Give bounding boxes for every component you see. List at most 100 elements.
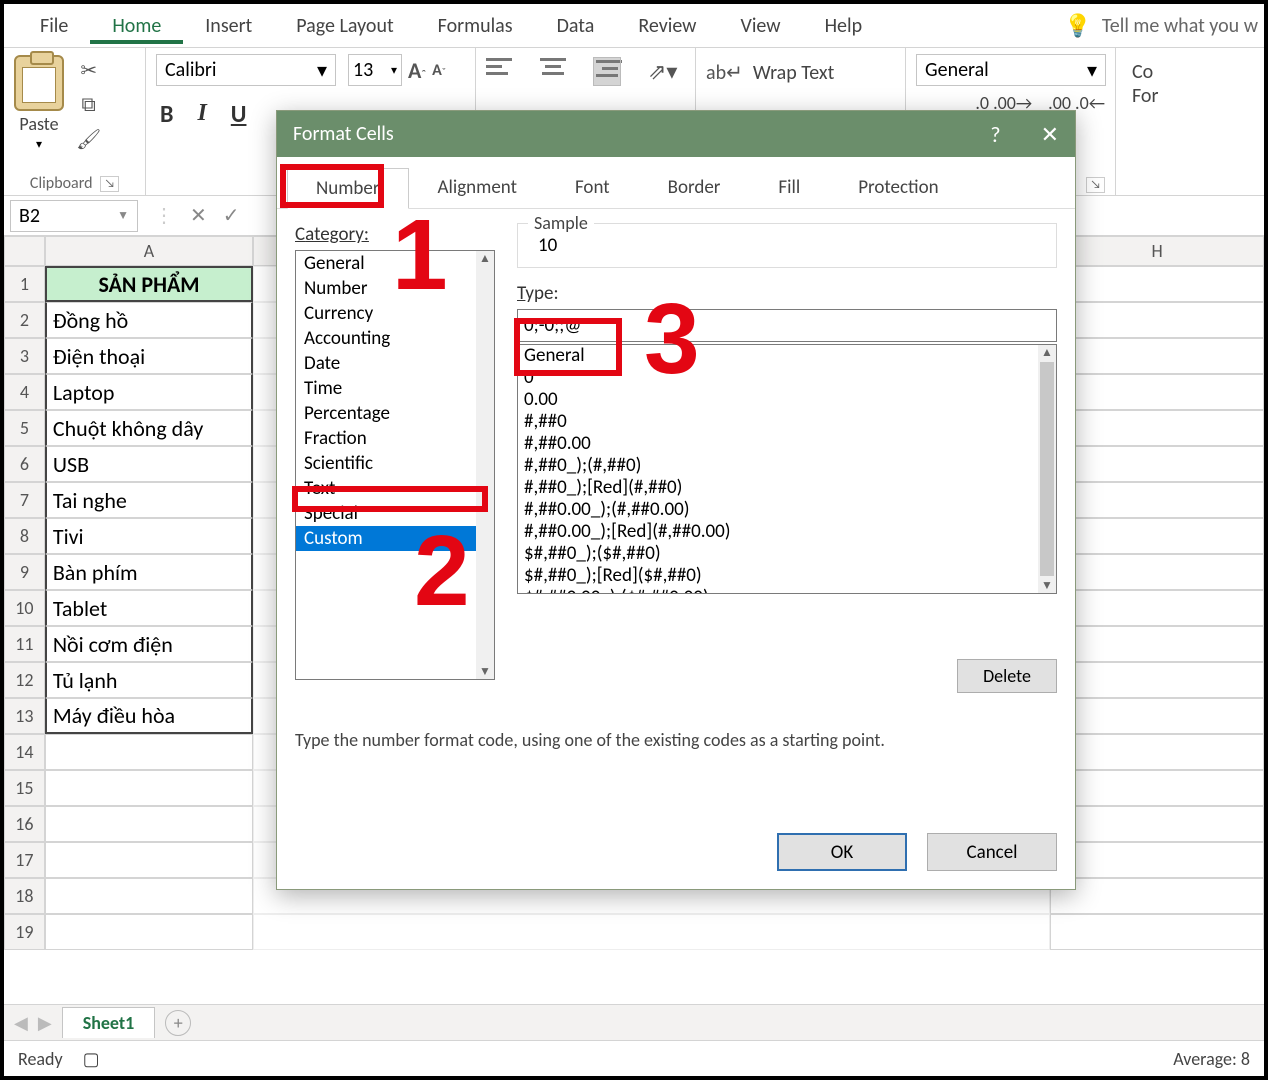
cell[interactable] — [1050, 410, 1264, 446]
cell[interactable] — [1050, 590, 1264, 626]
increase-font-icon[interactable]: Aˆ — [408, 57, 426, 84]
font-size-combo[interactable]: 13▾ — [348, 54, 402, 86]
tab-view[interactable]: View — [718, 8, 802, 44]
cell[interactable]: Bàn phím — [45, 554, 253, 590]
chevron-down-icon[interactable]: ▾ — [391, 63, 397, 78]
cell[interactable]: Điện thoại — [45, 338, 253, 374]
chevron-down-icon[interactable]: ▾ — [1087, 58, 1097, 83]
tab-page-layout[interactable]: Page Layout — [274, 8, 415, 44]
cell[interactable] — [1050, 698, 1264, 734]
row-header[interactable]: 2 — [4, 302, 45, 338]
cell[interactable] — [45, 770, 253, 806]
tab-insert[interactable]: Insert — [183, 8, 274, 44]
dialog-titlebar[interactable]: Format Cells ? ✕ — [277, 111, 1075, 157]
number-format-combo[interactable]: General▾ — [916, 54, 1106, 86]
category-item[interactable]: Fraction — [296, 426, 494, 451]
format-item[interactable]: #,##0_);(#,##0) — [518, 455, 1056, 477]
cell[interactable] — [1050, 842, 1264, 878]
tab-review[interactable]: Review — [616, 8, 718, 44]
category-item[interactable]: Date — [296, 351, 494, 376]
row-header[interactable]: 18 — [4, 878, 45, 914]
dialog-tab-fill[interactable]: Fill — [749, 167, 829, 208]
tab-help[interactable]: Help — [803, 8, 885, 44]
format-item[interactable]: 0.00 — [518, 389, 1056, 411]
underline-button[interactable]: U — [231, 100, 247, 129]
cancel-icon[interactable]: ✕ — [190, 203, 207, 228]
cell[interactable]: Máy điều hòa — [45, 698, 253, 734]
cell[interactable] — [1050, 914, 1264, 950]
row-header[interactable]: 3 — [4, 338, 45, 374]
category-item[interactable]: Accounting — [296, 326, 494, 351]
cell[interactable] — [1050, 878, 1264, 914]
decrease-font-icon[interactable]: Aˇ — [432, 61, 446, 80]
category-item[interactable]: Percentage — [296, 401, 494, 426]
align-left-icon[interactable] — [486, 58, 512, 85]
close-icon[interactable]: ✕ — [1041, 121, 1059, 148]
dialog-launcher-icon[interactable]: ↘ — [1086, 177, 1105, 193]
row-header[interactable]: 16 — [4, 806, 45, 842]
cell[interactable] — [1050, 770, 1264, 806]
ok-button[interactable]: OK — [777, 833, 907, 871]
format-item[interactable]: $#,##0_);($#,##0) — [518, 543, 1056, 565]
format-list[interactable]: General00.00#,##0#,##0.00#,##0_);(#,##0)… — [517, 344, 1057, 594]
row-header[interactable]: 17 — [4, 842, 45, 878]
scrollbar[interactable]: ▲▼ — [1038, 345, 1056, 593]
orientation-icon[interactable]: ⇗▾ — [648, 58, 677, 85]
tell-me[interactable]: 💡 Tell me what you w — [1064, 12, 1264, 39]
chevron-down-icon[interactable]: ▾ — [36, 137, 42, 152]
format-item[interactable]: #,##0 — [518, 411, 1056, 433]
row-header[interactable]: 10 — [4, 590, 45, 626]
align-center-icon[interactable] — [540, 58, 566, 85]
cell[interactable] — [1050, 446, 1264, 482]
row-header[interactable]: 4 — [4, 374, 45, 410]
chevron-down-icon[interactable]: ▼ — [117, 208, 129, 223]
sheet-nav-prev-icon[interactable]: ◀ — [14, 1012, 28, 1034]
dialog-launcher-icon[interactable]: ↘ — [100, 176, 119, 192]
row-header[interactable]: 9 — [4, 554, 45, 590]
align-right-icon[interactable] — [594, 58, 620, 85]
cancel-icon[interactable]: ⋮ — [154, 203, 174, 228]
macro-record-icon[interactable]: ▢ — [83, 1048, 100, 1070]
help-icon[interactable]: ? — [990, 121, 1000, 148]
format-item[interactable]: #,##0.00_);(#,##0.00) — [518, 499, 1056, 521]
format-item[interactable]: $#,##0_);[Red]($#,##0) — [518, 565, 1056, 587]
cell[interactable] — [253, 914, 1050, 950]
bold-button[interactable]: B — [160, 100, 173, 129]
scrollbar[interactable]: ▲▼ — [476, 251, 494, 679]
cell[interactable] — [45, 806, 253, 842]
name-box[interactable]: B2▼ — [10, 200, 138, 232]
cell[interactable] — [1050, 302, 1264, 338]
add-sheet-button[interactable]: + — [165, 1010, 191, 1036]
cell[interactable] — [1050, 806, 1264, 842]
dialog-tab-font[interactable]: Font — [546, 167, 639, 208]
copy-icon[interactable]: ⧉ — [82, 93, 96, 117]
chevron-down-icon[interactable]: ▾ — [317, 58, 327, 83]
row-header[interactable]: 14 — [4, 734, 45, 770]
select-all-corner[interactable] — [4, 236, 45, 266]
cell[interactable] — [1050, 374, 1264, 410]
conditional-formatting-label[interactable]: Co For — [1126, 54, 1254, 108]
cell[interactable]: SẢN PHẨM — [45, 266, 253, 302]
enter-icon[interactable]: ✓ — [223, 203, 240, 228]
cell[interactable] — [1050, 554, 1264, 590]
cell[interactable] — [1050, 482, 1264, 518]
row-header[interactable]: 1 — [4, 266, 45, 302]
font-name-combo[interactable]: Calibri▾ — [156, 54, 336, 86]
cancel-button[interactable]: Cancel — [927, 833, 1057, 871]
tab-data[interactable]: Data — [535, 8, 617, 44]
column-header[interactable]: H — [1050, 236, 1264, 266]
cut-icon[interactable]: ✂ — [80, 58, 97, 83]
category-item[interactable]: Time — [296, 376, 494, 401]
row-header[interactable]: 5 — [4, 410, 45, 446]
cell[interactable] — [1050, 662, 1264, 698]
tab-file[interactable]: File — [18, 8, 90, 44]
cell[interactable] — [1050, 626, 1264, 662]
format-item[interactable]: #,##0.00 — [518, 433, 1056, 455]
category-item[interactable]: Scientific — [296, 451, 494, 476]
cell[interactable]: Đồng hồ — [45, 302, 253, 338]
column-header[interactable]: A — [45, 236, 253, 266]
delete-button[interactable]: Delete — [957, 659, 1057, 693]
row-header[interactable]: 11 — [4, 626, 45, 662]
cell[interactable] — [1050, 338, 1264, 374]
cell[interactable] — [45, 914, 253, 950]
